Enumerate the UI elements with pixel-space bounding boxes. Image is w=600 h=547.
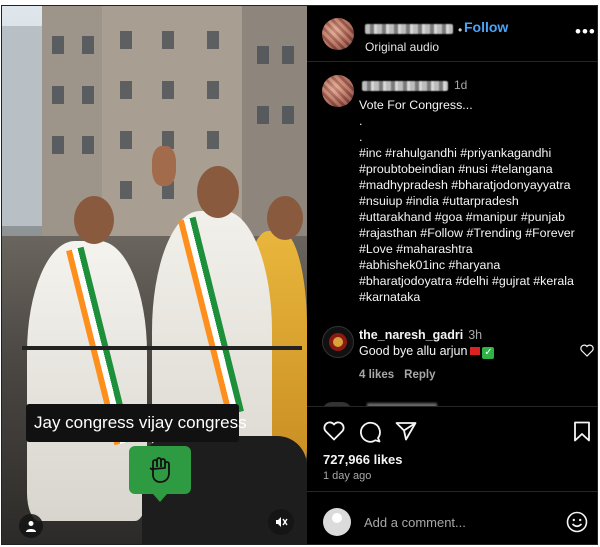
commenter-avatar[interactable] xyxy=(322,326,354,358)
red-flag-emoji xyxy=(470,347,481,355)
current-user-avatar xyxy=(323,508,351,536)
comment-username[interactable]: the_naresh_gadri xyxy=(359,328,463,342)
post-side-panel: • Follow Original audio ••• 1d Vote For … xyxy=(307,6,597,544)
comment-author[interactable]: the_naresh_gadri 3h xyxy=(359,328,482,342)
video-person-head xyxy=(197,166,239,218)
post-actions: 727,966 likes 1 day ago xyxy=(307,406,597,486)
add-comment-bar: Add a comment... xyxy=(307,491,597,544)
check-mark-emoji: ✓ xyxy=(482,347,495,359)
author-username-blurred[interactable] xyxy=(365,24,453,34)
video-person-head xyxy=(74,196,114,244)
caption-hashtags[interactable]: #nsuiup #india #uttarpradesh xyxy=(359,193,595,209)
caption-username-blurred[interactable] xyxy=(362,81,448,91)
video-person-head xyxy=(267,196,303,240)
waving-hand xyxy=(152,146,176,186)
caption-hashtags[interactable]: #Love #maharashtra xyxy=(359,241,595,257)
comment-reply-button[interactable]: Reply xyxy=(404,369,435,381)
comment-input[interactable]: Add a comment... xyxy=(364,515,466,530)
caption-line: . xyxy=(359,114,363,128)
caption-hashtags[interactable]: #karnataka xyxy=(359,289,595,305)
comment-text: Good bye allu arjun xyxy=(359,344,468,358)
video-railing xyxy=(22,346,302,350)
post-date[interactable]: 1 day ago xyxy=(323,470,371,482)
muted-speaker-icon[interactable] xyxy=(268,509,294,535)
video-text-overlay: Jay congress vijay congress xyxy=(26,404,247,442)
follow-button[interactable]: Follow xyxy=(464,19,508,35)
caption-hashtags[interactable]: #madhypradesh #bharatjodonyayyatra xyxy=(359,177,595,193)
likes-count[interactable]: 727,966 likes xyxy=(323,452,403,467)
comment-icon[interactable] xyxy=(359,421,381,448)
caption-line: . xyxy=(359,130,363,144)
author-avatar[interactable] xyxy=(322,75,354,107)
post-header: • Follow Original audio ••• xyxy=(307,6,597,62)
caption-hashtags[interactable]: #rajasthan #Follow #Trending #Forever xyxy=(359,225,595,241)
user-icon[interactable] xyxy=(19,514,43,538)
separator-dot: • xyxy=(458,23,463,37)
comment-timestamp: 3h xyxy=(468,328,483,342)
comment-body: Good bye allu arjun ✓ xyxy=(359,344,495,359)
caption-hashtags[interactable]: #proubtobeindian #nusi #telangana xyxy=(359,161,595,177)
more-options-icon[interactable]: ••• xyxy=(575,22,596,42)
comment-likes[interactable]: 4 likes xyxy=(359,369,394,381)
heart-icon[interactable] xyxy=(323,421,345,446)
caption-timestamp: 1d xyxy=(454,78,468,92)
reel-video[interactable]: Jay congress vijay congress xyxy=(2,6,307,544)
post-caption: Vote For Congress... . . #inc #rahulgand… xyxy=(359,97,595,305)
heart-outline-icon[interactable] xyxy=(580,344,594,362)
caption-hashtags[interactable]: #abhishek01inc #haryana xyxy=(359,257,595,273)
caption-line: Vote For Congress... xyxy=(359,98,473,112)
caption-hashtags[interactable]: #bharatjodoyatra #delhi #gujrat #kerala xyxy=(359,273,595,289)
comments-scroll-area[interactable]: 1d Vote For Congress... . . #inc #rahulg… xyxy=(307,63,597,406)
bookmark-icon[interactable] xyxy=(573,421,591,447)
raised-fist-icon xyxy=(129,446,191,502)
comment-meta: 4 likes Reply xyxy=(359,369,436,381)
instagram-post: Jay congress vijay congress • Follow Ori… xyxy=(1,5,598,545)
share-icon[interactable] xyxy=(395,421,417,446)
caption-hashtags[interactable]: #uttarakhand #goa #manipur #punjab xyxy=(359,209,595,225)
audio-link[interactable]: Original audio xyxy=(365,40,439,54)
author-avatar[interactable] xyxy=(322,18,354,50)
caption-hashtags[interactable]: #inc #rahulgandhi #priyankagandhi xyxy=(359,145,595,161)
emoji-icon[interactable] xyxy=(566,511,588,538)
